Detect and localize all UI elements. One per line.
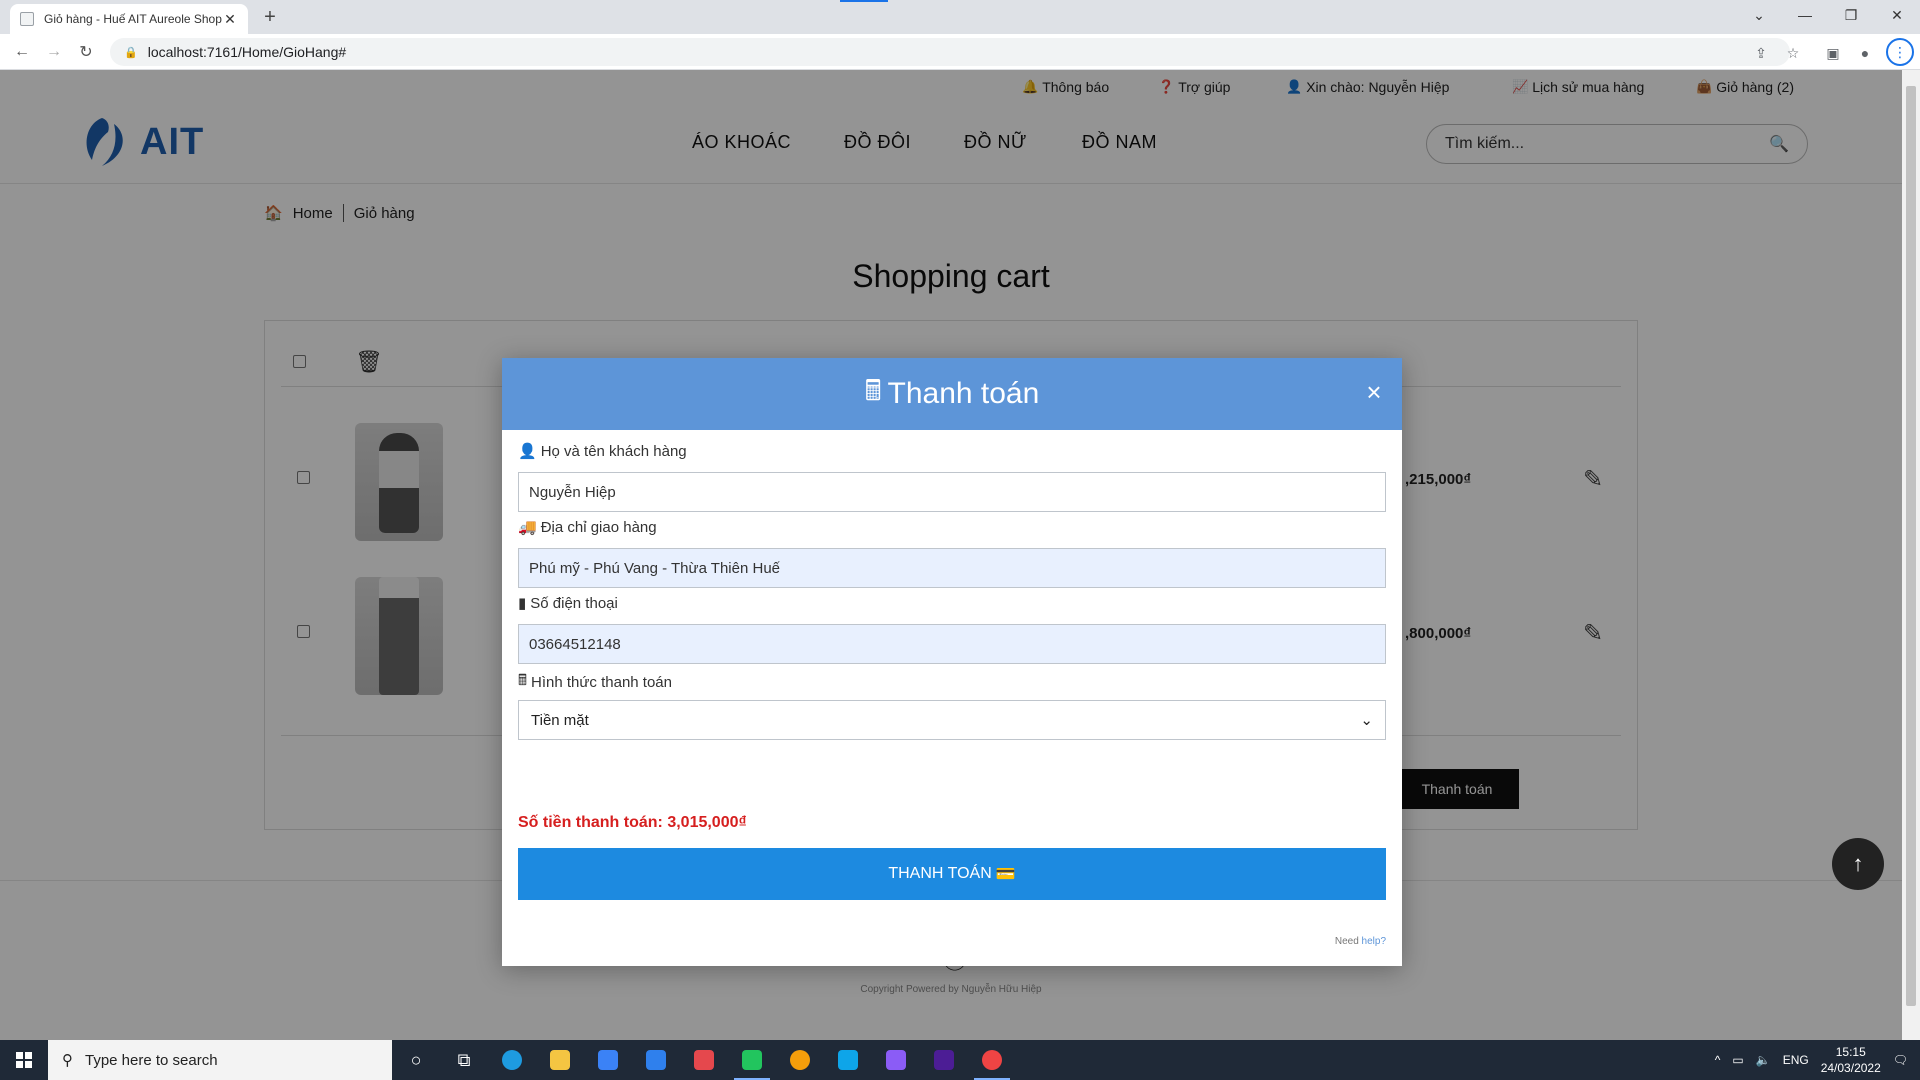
page-scrollbar[interactable] (1902, 70, 1920, 1040)
total-amount: Số tiền thanh toán: 3,015,000₫ (518, 814, 747, 831)
back-button[interactable]: ← (10, 40, 34, 64)
browser-tab[interactable]: Giỏ hàng - Huế AIT Aureole Shop ✕ (10, 4, 248, 34)
address-label-text: Địa chỉ giao hàng (540, 518, 657, 536)
share-icon[interactable]: ⇪ (1750, 42, 1772, 64)
scrollbar-thumb[interactable] (1906, 86, 1916, 1006)
cash-register-icon: 🖩 (518, 672, 528, 689)
modal-close-button[interactable]: × (1362, 379, 1386, 405)
browser-menu-icon[interactable]: ⋮ (1886, 38, 1914, 66)
address-field[interactable] (518, 548, 1386, 588)
payment-method-select[interactable]: Tiền mặt ⌄ (518, 700, 1386, 740)
phone-field[interactable] (518, 624, 1386, 664)
new-tab-button[interactable]: + (258, 6, 282, 30)
side-panel-icon[interactable]: ▣ (1822, 42, 1844, 64)
taskbar-search[interactable]: ⚲ Type here to search (48, 1040, 392, 1080)
system-tray: ^ ▭ 🔈 ENG 15:15 24/03/2022 🗨 (1715, 1040, 1920, 1080)
windows-taskbar: ⚲ Type here to search ○ ⧉ ^ ▭ 🔈 ENG 15:1… (0, 1040, 1920, 1080)
mail-icon[interactable] (632, 1040, 680, 1080)
need-help: Need help? (1335, 936, 1386, 947)
mobile-icon: ▮ (518, 595, 527, 612)
arrow-up-icon: ↑ (1852, 851, 1864, 876)
user-icon: 👤 (518, 443, 537, 460)
lock-icon: 🔒 (124, 46, 138, 59)
terminal-icon[interactable] (920, 1040, 968, 1080)
need-help-text: Need (1334, 936, 1359, 947)
web-page: 🔔 Thông báo ❓ Trợ giúp 👤 Xin chào: Nguyễ… (0, 70, 1902, 1040)
clock[interactable]: 15:15 24/03/2022 (1821, 1044, 1881, 1076)
checkout-modal: 🖩 Thanh toán × 👤 Họ và tên khách hàng 🚚 … (502, 358, 1402, 966)
minimize-button[interactable]: — (1782, 0, 1828, 30)
cortana-icon[interactable]: ○ (392, 1040, 440, 1080)
file-explorer-icon[interactable] (536, 1040, 584, 1080)
pay-button[interactable]: THANH TOÁN 💳 (518, 848, 1386, 900)
windows-logo-icon (16, 1052, 32, 1068)
phone-label-text: Số điện thoại (530, 594, 618, 612)
name-label: 👤 Họ và tên khách hàng (518, 442, 687, 461)
modal-title: Thanh toán (887, 377, 1040, 410)
bookmark-star-icon[interactable]: ☆ (1782, 42, 1804, 64)
browser-tabstrip: Giỏ hàng - Huế AIT Aureole Shop ✕ + ⌄ — … (0, 0, 1920, 34)
task-view-icon[interactable]: ⧉ (440, 1040, 488, 1080)
address-label: 🚚 Địa chỉ giao hàng (518, 518, 657, 537)
start-button[interactable] (0, 1040, 48, 1080)
notification-center-icon[interactable]: 🗨 (1893, 1053, 1908, 1067)
url-text: localhost:7161/Home/GioHang# (147, 44, 347, 60)
network-icon[interactable]: ▭ (1732, 1053, 1743, 1067)
clock-time: 15:15 (1835, 1045, 1866, 1059)
profile-icon[interactable]: ● (1854, 42, 1876, 64)
chrome-icon[interactable] (776, 1040, 824, 1080)
chevron-up-icon[interactable]: ^ (1715, 1053, 1721, 1067)
taskbar-search-placeholder: Type here to search (85, 1051, 218, 1069)
app-icon[interactable] (728, 1040, 776, 1080)
app-icon[interactable] (680, 1040, 728, 1080)
chrome-active-icon[interactable] (968, 1040, 1016, 1080)
reload-button[interactable]: ↻ (74, 40, 98, 64)
tab-close-icon[interactable]: ✕ (222, 11, 238, 28)
payment-label-text: Hình thức thanh toán (531, 674, 672, 691)
search-icon: ⚲ (62, 1052, 73, 1069)
credit-card-icon: 💳 (995, 866, 1016, 883)
restore-button[interactable]: ❐ (1828, 0, 1874, 30)
volume-icon[interactable]: 🔈 (1756, 1053, 1771, 1067)
payment-selected-value: Tiền mặt (531, 711, 589, 729)
chevron-down-icon: ⌄ (1360, 712, 1373, 729)
language-indicator[interactable]: ENG (1783, 1053, 1809, 1067)
forward-button[interactable]: → (42, 40, 66, 64)
modal-header: 🖩 Thanh toán (502, 358, 1402, 430)
cash-register-icon: 🖩 (864, 375, 882, 406)
customer-name-field[interactable] (518, 472, 1386, 512)
address-bar[interactable]: 🔒 localhost:7161/Home/GioHang# (110, 38, 1790, 66)
back-to-top-button[interactable]: ↑ (1832, 838, 1884, 890)
store-icon[interactable] (584, 1040, 632, 1080)
help-link[interactable]: help? (1362, 936, 1386, 947)
truck-icon: 🚚 (518, 519, 537, 536)
visual-studio-icon[interactable] (872, 1040, 920, 1080)
tab-search-icon[interactable]: ⌄ (1736, 0, 1782, 30)
name-label-text: Họ và tên khách hàng (540, 442, 687, 460)
clock-date: 24/03/2022 (1820, 1061, 1881, 1075)
tab-title: Giỏ hàng - Huế AIT Aureole Shop (44, 12, 222, 26)
loading-indicator (840, 0, 888, 2)
page-favicon-icon (20, 12, 34, 26)
payment-label: 🖩 Hình thức thanh toán (518, 670, 672, 695)
browser-toolbar: ← → ↻ 🔒 localhost:7161/Home/GioHang# ⇪ ☆… (0, 34, 1920, 70)
pay-button-label: THANH TOÁN (888, 865, 992, 882)
edge-icon[interactable] (488, 1040, 536, 1080)
vscode-icon[interactable] (824, 1040, 872, 1080)
phone-label: ▮ Số điện thoại (518, 594, 618, 613)
close-window-button[interactable]: ✕ (1874, 0, 1920, 30)
